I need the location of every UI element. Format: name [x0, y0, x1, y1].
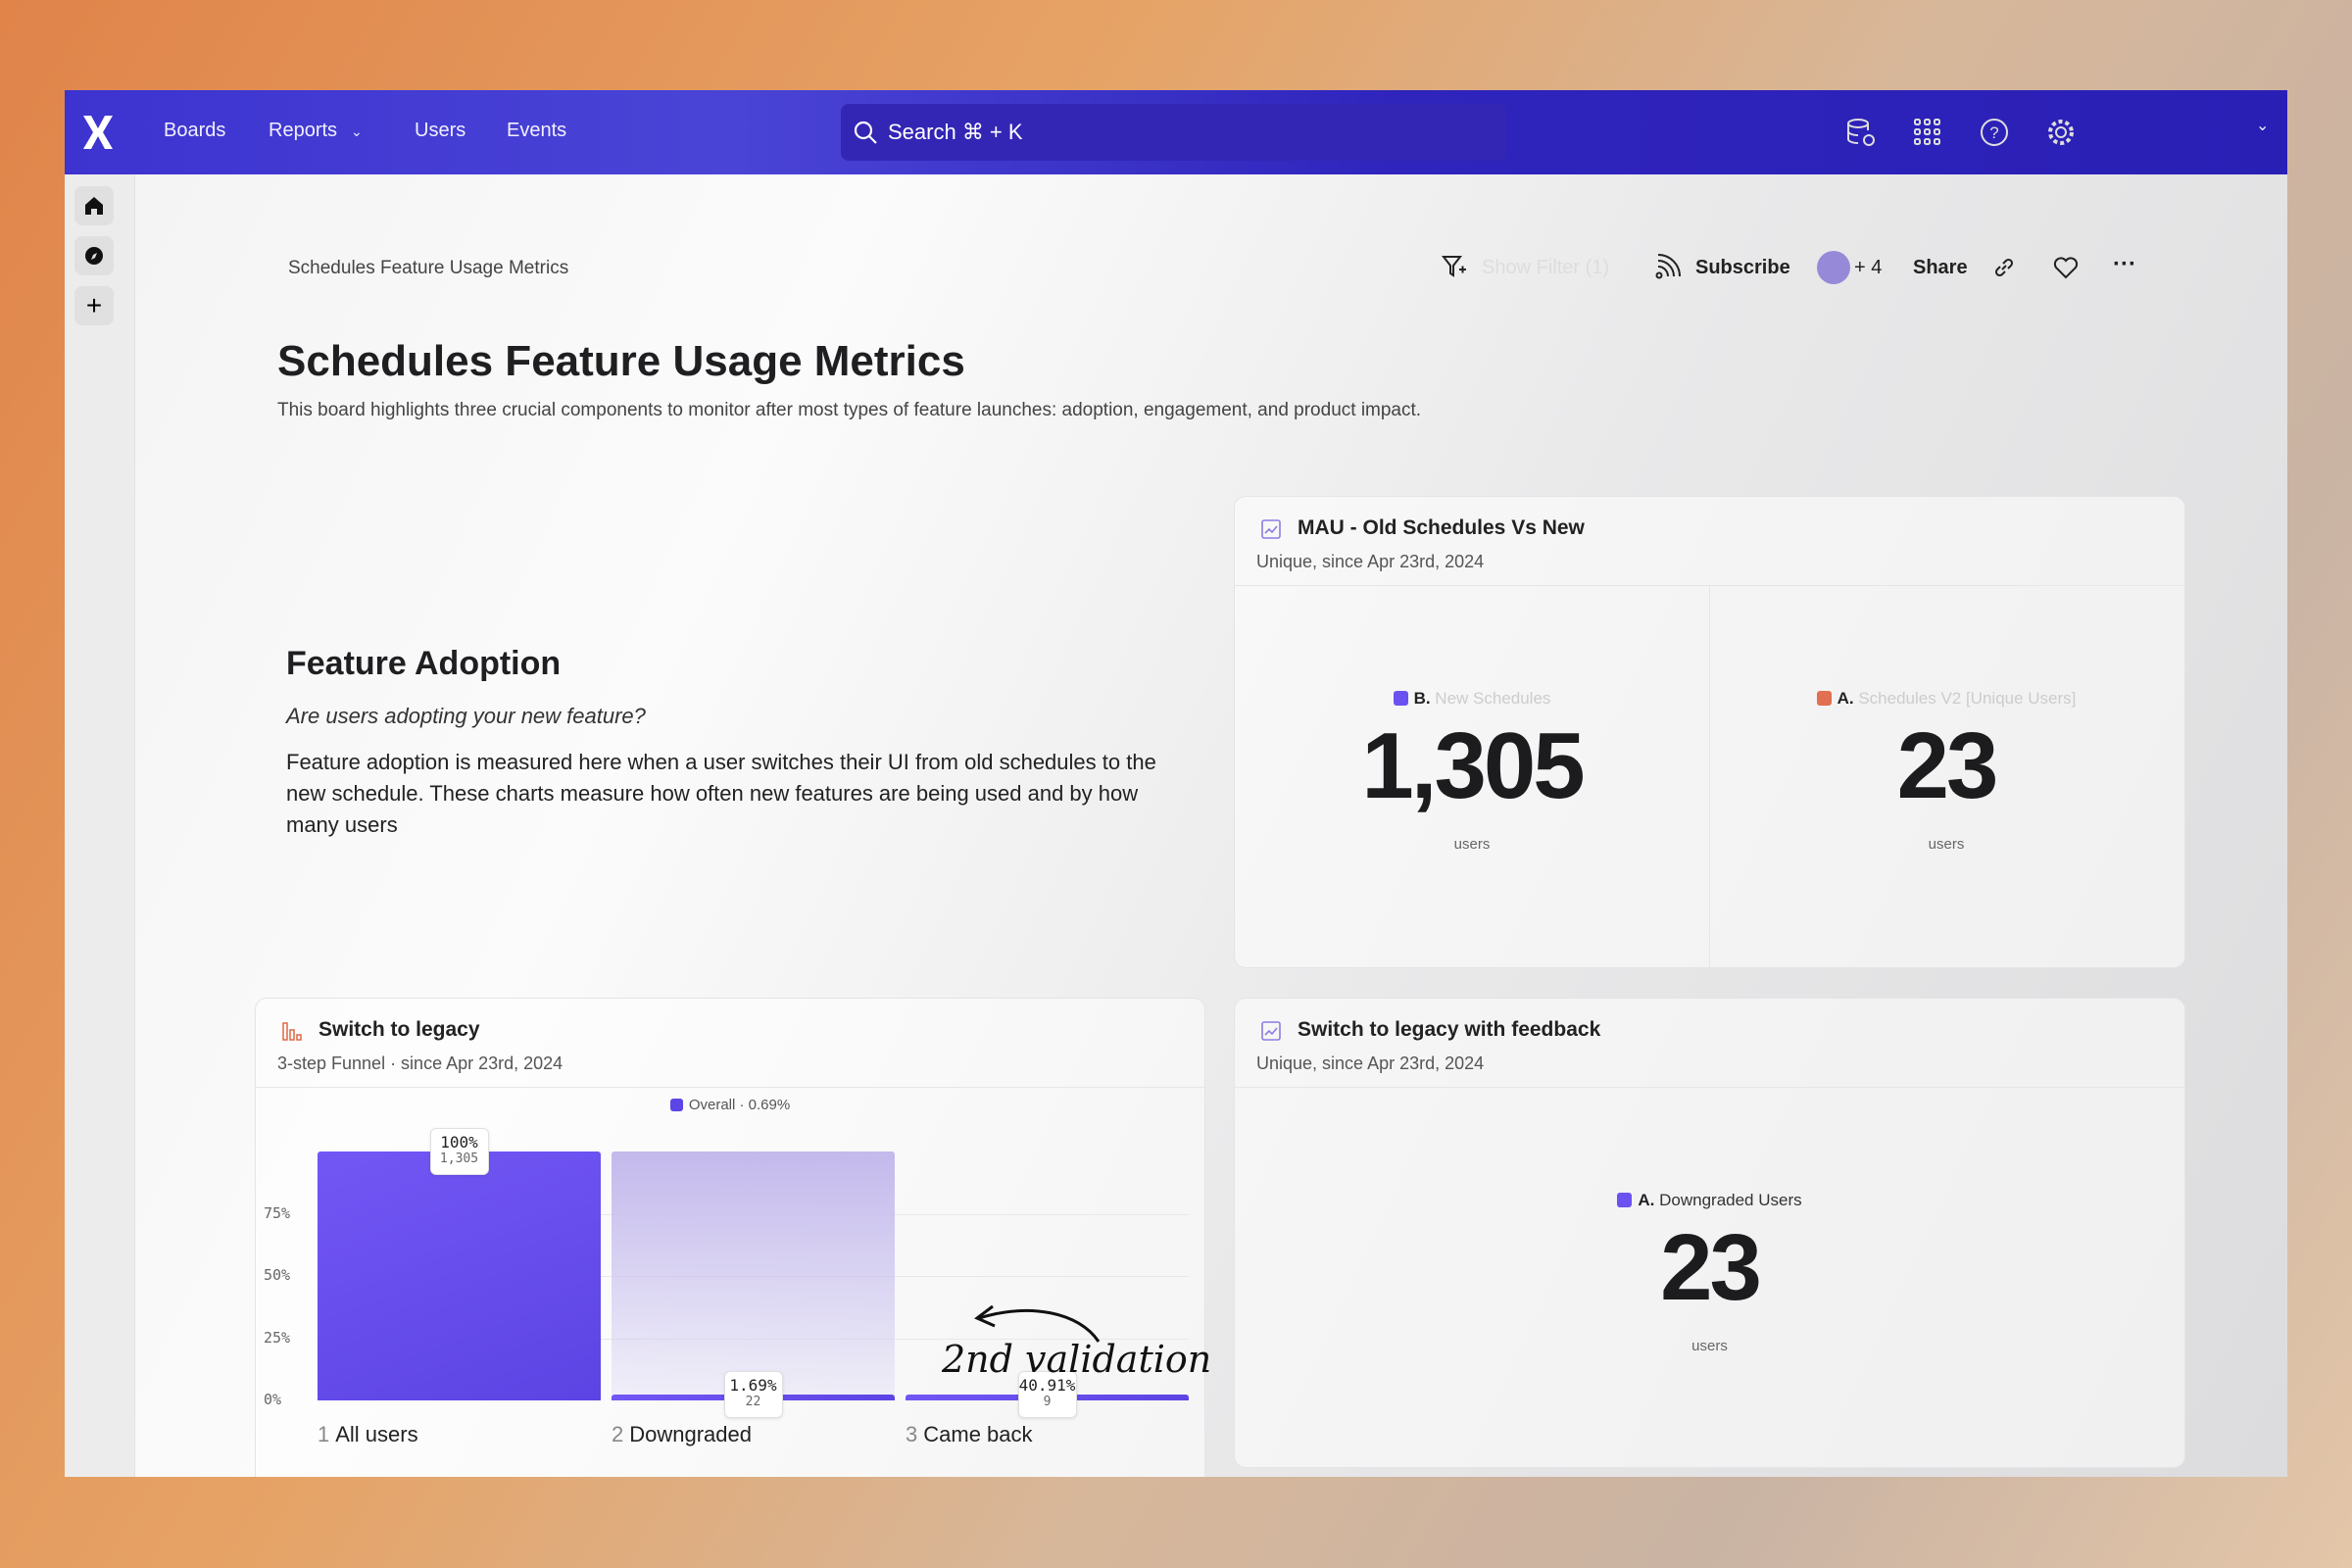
compass-icon[interactable] — [74, 236, 114, 275]
y-tick-label: 25% — [264, 1328, 291, 1347]
funnel-bar[interactable] — [318, 1152, 601, 1400]
show-filter-button[interactable]: Show Filter (1) — [1482, 257, 1609, 279]
card-subtitle: Unique, since Apr 23rd, 2024 — [1256, 552, 1485, 571]
legend-swatch — [1393, 691, 1408, 706]
metric-unit: users — [1691, 1338, 1728, 1354]
line-chart-icon — [1261, 519, 1281, 539]
top-nav: Boards Reports ⌄ Users Events Search ⌘ +… — [65, 90, 2287, 174]
svg-text:?: ? — [1989, 123, 1998, 142]
card-subtitle: Unique, since Apr 23rd, 2024 — [1256, 1054, 1485, 1073]
legend-swatch — [1617, 1193, 1633, 1207]
metric-unit: users — [1928, 836, 1965, 853]
metric-value: 1,305 — [1361, 713, 1585, 818]
heart-icon[interactable] — [2052, 254, 2080, 281]
count-label: 9 — [1043, 1395, 1052, 1409]
line-chart-icon — [1261, 1021, 1281, 1041]
share-button[interactable]: Share — [1913, 257, 1968, 279]
subscribe-button[interactable]: Subscribe — [1695, 257, 1790, 279]
feedback-card[interactable]: Switch to legacy with feedback Unique, s… — [1234, 998, 2185, 1468]
chevron-down-icon[interactable]: ⌄ — [351, 123, 363, 140]
avatars-more-count[interactable]: + 4 — [1854, 257, 1882, 279]
y-tick-label: 50% — [264, 1266, 291, 1284]
help-icon[interactable]: ? — [1978, 116, 2011, 149]
legend-swatch — [1816, 691, 1832, 706]
metric-legend: B. New Schedules — [1235, 689, 1709, 709]
left-sidebar: + ⇥ — [65, 174, 135, 1477]
card-title[interactable]: Switch to legacy with feedback — [1298, 1018, 1600, 1042]
step-label: 2 Downgraded — [612, 1422, 752, 1446]
count-label: 1,305 — [439, 1152, 479, 1166]
funnel-dropoff-bar[interactable] — [612, 1152, 895, 1400]
home-icon[interactable] — [74, 186, 114, 225]
card-title[interactable]: MAU - Old Schedules Vs New — [1298, 516, 1585, 540]
metric-unit: users — [1453, 836, 1491, 853]
search-input[interactable]: Search ⌘ + K — [841, 104, 1507, 161]
metric-legend: A. Schedules V2 [Unique Users] — [1709, 689, 2183, 709]
nav-users[interactable]: Users — [415, 120, 466, 142]
count-label: 22 — [745, 1395, 761, 1409]
avatar[interactable] — [1817, 251, 1850, 284]
step-label: 1 All users — [318, 1422, 418, 1446]
conversion-label: 100% — [440, 1133, 478, 1152]
y-tick-label: 75% — [264, 1203, 291, 1222]
settings-icon[interactable] — [2044, 116, 2078, 149]
annotation-text: 2nd validation — [942, 1338, 1212, 1381]
nav-reports[interactable]: Reports — [269, 120, 337, 142]
section-question: Are users adopting your new feature? — [286, 704, 646, 728]
account-chevron-down-icon[interactable]: ⌄ — [2256, 116, 2269, 135]
bar-data-label: 1.69% 22 — [723, 1371, 783, 1418]
conversion-label: 1.69% — [729, 1376, 777, 1395]
page-title: Schedules Feature Usage Metrics — [277, 337, 965, 385]
section-heading: Feature Adoption — [286, 645, 562, 682]
data-settings-icon[interactable] — [1844, 116, 1878, 149]
breadcrumb[interactable]: Schedules Feature Usage Metrics — [288, 258, 568, 279]
funnel-chart: 0% 25% 50% 75% 100% 1,305 1 All users 1.69% 22 2 Do… — [256, 999, 1204, 1477]
plus-icon[interactable]: + — [74, 286, 114, 325]
metric-legend: A. Downgraded Users — [1235, 1191, 2184, 1210]
bar-data-label: 100% 1,305 — [429, 1128, 489, 1175]
section-body: Feature adoption is measured here when a… — [286, 750, 1156, 837]
search-placeholder: Search ⌘ + K — [888, 120, 1023, 144]
step-label: 3 Came back — [906, 1422, 1033, 1446]
search-icon — [854, 121, 877, 144]
filter-add-icon[interactable] — [1441, 253, 1468, 280]
metric-value: 23 — [1896, 713, 1999, 818]
nav-events[interactable]: Events — [507, 120, 566, 142]
more-options-icon[interactable]: ··· — [2113, 251, 2136, 278]
page-description: This board highlights three crucial comp… — [277, 400, 1422, 420]
nav-boards[interactable]: Boards — [164, 120, 225, 142]
y-tick-label: 0% — [264, 1391, 282, 1408]
metric-value: 23 — [1660, 1215, 1762, 1320]
mau-card[interactable]: MAU - Old Schedules Vs New Unique, since… — [1234, 496, 2185, 968]
logo-icon[interactable] — [80, 114, 116, 151]
link-icon[interactable] — [1991, 255, 2017, 280]
apps-grid-icon[interactable] — [1911, 116, 1944, 149]
app-window: Boards Reports ⌄ Users Events Search ⌘ +… — [65, 90, 2287, 1477]
funnel-card[interactable]: Switch to legacy 3-step Funnel · since A… — [255, 998, 1211, 1477]
rss-icon — [1655, 254, 1681, 279]
